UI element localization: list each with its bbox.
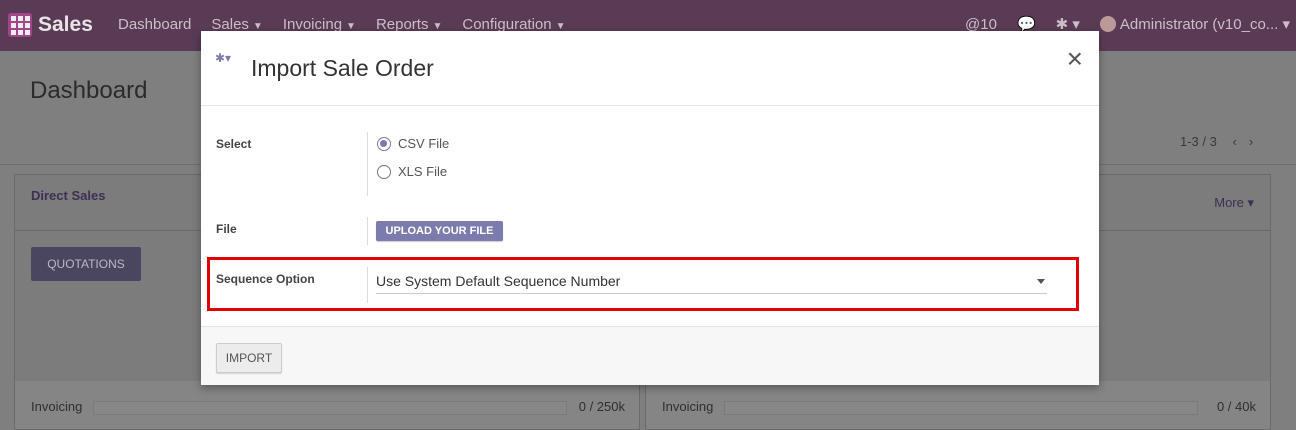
user-menu[interactable]: Administrator (v10_co... ▾ [1099, 15, 1290, 33]
pager: 1-3 / 3 ‹› [1180, 134, 1265, 149]
user-name: Administrator (v10_co... [1119, 16, 1279, 33]
quotations-button[interactable]: QUOTATIONS [31, 247, 141, 281]
pager-value[interactable]: 1-3 / 3 [1180, 134, 1217, 149]
field-separator [367, 217, 368, 245]
invoicing-value: 0 / 40k [1216, 399, 1256, 414]
import-dialog: ✱▾ Import Sale Order × Select CSV File X… [201, 31, 1099, 385]
csv-radio[interactable]: CSV File [377, 136, 449, 151]
file-label: File [216, 222, 237, 236]
field-separator [367, 267, 368, 303]
mentions-counter[interactable]: @10 [965, 16, 997, 33]
page-title: Dashboard [30, 77, 148, 104]
invoicing-row: Invoicing 0 / 40k [646, 381, 1270, 429]
csv-radio-label: CSV File [398, 136, 450, 151]
dialog-header: ✱▾ Import Sale Order × [201, 31, 1099, 106]
xls-radio-label: XLS File [398, 164, 448, 179]
invoicing-label: Invoicing [31, 399, 83, 414]
avatar [1099, 16, 1116, 32]
sequence-option-label: Sequence Option [216, 272, 315, 286]
invoicing-label: Invoicing [662, 399, 714, 414]
more-dropdown[interactable]: More ▾ [1214, 195, 1254, 211]
chevron-left-icon[interactable]: ‹ [1232, 134, 1248, 149]
app-name: Sales [38, 13, 93, 36]
invoicing-value: 0 / 250k [578, 399, 625, 414]
dialog-title: Import Sale Order [251, 55, 434, 81]
radio-checked-icon [377, 136, 391, 151]
xls-radio[interactable]: XLS File [377, 164, 447, 179]
more-label: More [1214, 195, 1244, 210]
radio-unchecked-icon [377, 164, 391, 179]
upload-file-button[interactable]: UPLOAD YOUR FILE [376, 221, 503, 241]
chevron-down-icon [1037, 279, 1045, 284]
invoicing-progress-bar [724, 401, 1198, 415]
invoicing-row: Invoicing 0 / 250k [15, 381, 639, 429]
field-separator [367, 132, 368, 196]
card-title[interactable]: Direct Sales [31, 188, 105, 203]
dialog-footer: IMPORT [201, 326, 1099, 385]
sequence-option-value: Use System Default Sequence Number [376, 273, 621, 289]
menu-dashboard[interactable]: Dashboard [118, 16, 191, 33]
select-label: Select [216, 137, 252, 151]
close-icon[interactable]: × [1067, 45, 1083, 73]
import-button[interactable]: IMPORT [216, 343, 282, 373]
apps-grid-icon[interactable] [8, 13, 32, 37]
app-brand[interactable]: Sales [8, 13, 93, 37]
chevron-right-icon[interactable]: › [1249, 134, 1265, 149]
invoicing-progress-bar [93, 401, 567, 415]
debug-bug-icon[interactable]: ✱▾ [215, 51, 231, 65]
sequence-option-select[interactable]: Use System Default Sequence Number [376, 269, 1047, 294]
